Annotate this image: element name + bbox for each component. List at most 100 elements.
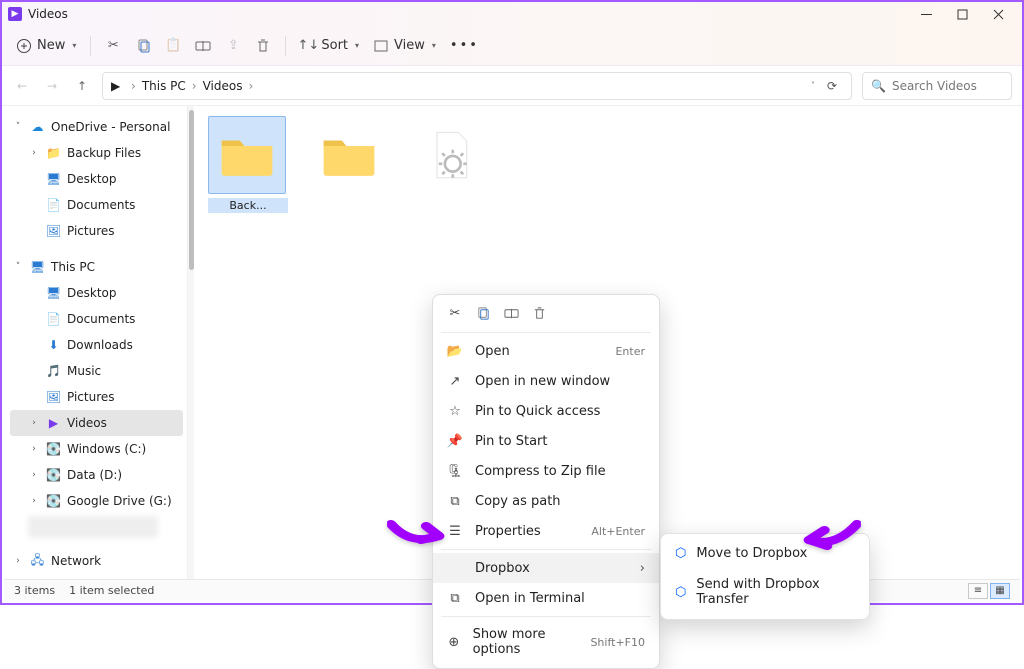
tree-item[interactable]: 🖼Pictures <box>10 218 183 244</box>
chevron-right-icon: › <box>131 79 136 93</box>
paste-button: 📋 <box>165 38 181 54</box>
up-button[interactable]: ↑ <box>72 76 92 96</box>
settings-file-icon <box>412 116 490 194</box>
thumbnails-view-button[interactable]: ▦ <box>990 583 1010 599</box>
tree-onedrive[interactable]: ˅☁OneDrive - Personal <box>10 114 183 140</box>
sort-button[interactable]: ↑↓ Sort▾ <box>300 38 359 54</box>
blank-icon <box>447 560 463 576</box>
expand-icon[interactable]: › <box>28 470 40 480</box>
pc-icon: 🖥 <box>30 260 45 275</box>
separator <box>285 36 286 56</box>
trash-icon[interactable] <box>531 305 547 321</box>
share-button: ⇪ <box>225 38 241 54</box>
menu-show-more[interactable]: ⊕Show more optionsShift+F10 <box>433 620 659 664</box>
dropbox-icon: ⬡ <box>675 585 686 600</box>
scrollbar-thumb[interactable] <box>189 110 194 270</box>
file-pane[interactable]: Back... ✂ 📂OpenEnter ↗Open in new window… <box>194 106 1022 581</box>
menu-open-new-window[interactable]: ↗Open in new window <box>433 366 659 396</box>
new-button[interactable]: New▾ <box>16 38 76 54</box>
delete-button[interactable] <box>255 38 271 54</box>
forward-button[interactable]: → <box>42 76 62 96</box>
chevron-down-icon: ▾ <box>72 41 76 50</box>
star-icon: ☆ <box>447 403 463 419</box>
minimize-button[interactable] <box>908 2 944 26</box>
annotation-arrow-left <box>387 516 447 562</box>
file-item[interactable] <box>412 116 492 194</box>
menu-copy-path[interactable]: ⧉Copy as path <box>433 486 659 516</box>
menu-separator <box>441 616 651 617</box>
tree-item[interactable]: ›💽Google Drive (G:) <box>10 488 183 514</box>
document-icon: 📄 <box>46 198 61 213</box>
tree-item[interactable]: ›💽Windows (C:) <box>10 436 183 462</box>
tree-item[interactable]: 🎵Music <box>10 358 183 384</box>
refresh-button[interactable]: ⟳ <box>821 79 843 93</box>
expand-icon[interactable]: › <box>28 444 40 454</box>
chevron-right-icon: › <box>640 561 645 576</box>
expand-icon[interactable]: › <box>28 148 40 158</box>
details-view-button[interactable]: ≡ <box>968 583 988 599</box>
sort-icon: ↑↓ <box>300 38 316 54</box>
dropbox-icon: ⬡ <box>675 546 686 561</box>
tree-item[interactable]: ›💽Data (D:) <box>10 462 183 488</box>
tree-item[interactable]: 📄Documents <box>10 192 183 218</box>
breadcrumb-current[interactable]: Videos <box>203 79 243 93</box>
menu-pin-quick[interactable]: ☆Pin to Quick access <box>433 396 659 426</box>
menu-open[interactable]: 📂OpenEnter <box>433 336 659 366</box>
tree-network[interactable]: ›🖧Network <box>10 548 183 574</box>
chevron-right-icon: › <box>248 79 253 93</box>
expand-icon[interactable]: › <box>28 418 40 428</box>
drive-icon: 💽 <box>46 442 61 457</box>
window-title: Videos <box>28 7 68 21</box>
tree-item[interactable]: ›📁Backup Files <box>10 140 183 166</box>
menu-pin-start[interactable]: 📌Pin to Start <box>433 426 659 456</box>
view-mode-toggle: ≡ ▦ <box>968 583 1010 599</box>
more-button[interactable]: ••• <box>450 38 479 53</box>
app-icon: ▶ <box>8 7 22 21</box>
view-button[interactable]: View▾ <box>373 38 436 54</box>
cloud-icon: ☁ <box>30 120 45 135</box>
status-item-count: 3 items <box>14 584 55 597</box>
cut-icon[interactable]: ✂ <box>447 305 463 321</box>
menu-properties[interactable]: ☰PropertiesAlt+Enter <box>433 516 659 546</box>
chevron-down-icon: ▾ <box>432 41 436 50</box>
rename-button[interactable] <box>195 38 211 54</box>
submenu-send-dropbox[interactable]: ⬡Send with Dropbox Transfer <box>661 569 869 615</box>
chevron-down-icon[interactable]: ˅ <box>811 81 815 90</box>
copy-button[interactable] <box>135 38 151 54</box>
tree-item-videos[interactable]: ›▶Videos <box>10 410 183 436</box>
search-box[interactable]: 🔍 Search Videos <box>862 72 1012 100</box>
tree-item[interactable]: 🖼Pictures <box>10 384 183 410</box>
terminal-icon: ⧉ <box>447 590 463 606</box>
folder-label: Back... <box>208 198 288 213</box>
tree-thispc[interactable]: ˅🖥This PC <box>10 254 183 280</box>
menu-terminal[interactable]: ⧉Open in Terminal <box>433 583 659 613</box>
copy-icon[interactable] <box>475 305 491 321</box>
tree-item[interactable]: 🖥Desktop <box>10 280 183 306</box>
paste-icon: 📋 <box>165 38 181 54</box>
collapse-icon[interactable]: ˅ <box>12 122 24 132</box>
menu-compress[interactable]: 🗜Compress to Zip file <box>433 456 659 486</box>
maximize-button[interactable] <box>944 2 980 26</box>
back-button[interactable]: ← <box>12 76 32 96</box>
tree-item[interactable]: 🖥Desktop <box>10 166 183 192</box>
menu-dropbox[interactable]: Dropbox› <box>433 553 659 583</box>
close-button[interactable] <box>980 2 1016 26</box>
collapse-icon[interactable]: ˅ <box>12 262 24 272</box>
cut-button[interactable]: ✂ <box>105 38 121 54</box>
address-bar[interactable]: ▶ › This PC › Videos › ˅ ⟳ <box>102 72 852 100</box>
redacted-item <box>28 516 158 538</box>
more-icon: ⊕ <box>447 634 461 650</box>
breadcrumb-root[interactable]: This PC <box>142 79 186 93</box>
folder-item[interactable] <box>310 116 390 194</box>
network-icon: 🖧 <box>30 554 45 569</box>
chevron-right-icon: › <box>192 79 197 93</box>
folder-item-selected[interactable]: Back... <box>208 116 288 213</box>
plus-circle-icon <box>16 38 32 54</box>
tree-item[interactable]: ⬇Downloads <box>10 332 183 358</box>
rename-icon[interactable] <box>503 305 519 321</box>
tree-item[interactable]: 📄Documents <box>10 306 183 332</box>
expand-icon[interactable]: › <box>28 496 40 506</box>
annotation-arrow-right <box>801 518 861 564</box>
external-icon: ↗ <box>447 373 463 389</box>
expand-icon[interactable]: › <box>12 556 24 566</box>
